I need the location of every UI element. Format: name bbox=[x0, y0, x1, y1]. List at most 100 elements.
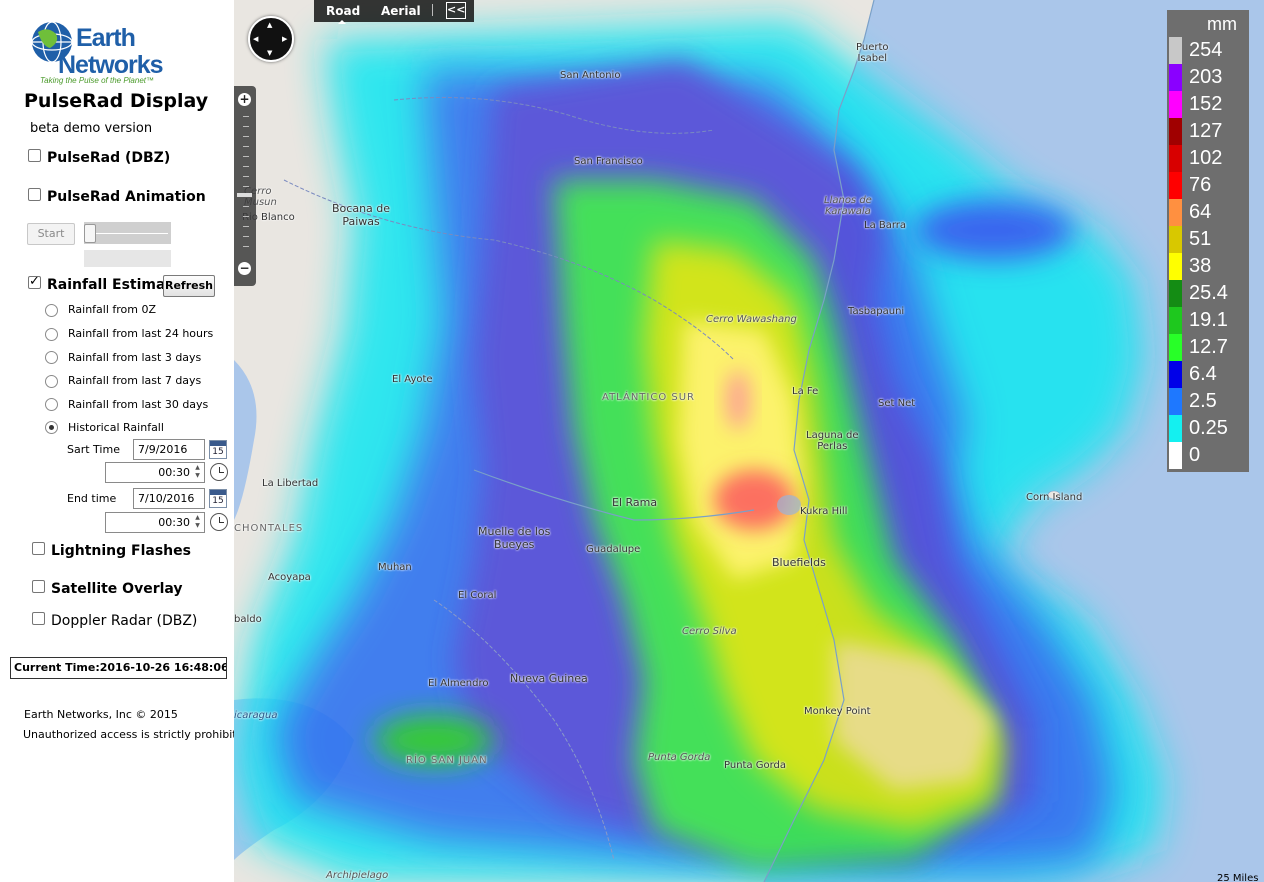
pan-down-icon[interactable]: ▼ bbox=[267, 49, 272, 57]
legend-swatch bbox=[1169, 226, 1182, 253]
legend-entry: 152 bbox=[1167, 91, 1249, 118]
rainfall-0z-radio[interactable] bbox=[45, 304, 58, 317]
historical-rainfall-radio[interactable] bbox=[45, 421, 58, 434]
end-date-input[interactable]: 7/10/2016 bbox=[133, 488, 205, 509]
zoom-tick bbox=[243, 176, 249, 177]
rainfall-30d-radio[interactable] bbox=[45, 398, 58, 411]
legend-swatch bbox=[1169, 199, 1182, 226]
legend-entry: 6.4 bbox=[1167, 361, 1249, 388]
lightning-label[interactable]: Lightning Flashes bbox=[51, 543, 191, 559]
legend-swatch bbox=[1169, 442, 1182, 469]
rainfall-map[interactable]: Puerto Isabel San Antonio San Francisco … bbox=[234, 0, 1264, 882]
start-clock-icon[interactable] bbox=[210, 463, 228, 481]
place-el-coral: El Coral bbox=[458, 590, 497, 601]
doppler-label[interactable]: Doppler Radar (DBZ) bbox=[51, 613, 197, 629]
road-tab[interactable]: Road bbox=[326, 4, 360, 24]
place-archipielago: Archipielago bbox=[326, 870, 389, 881]
rainfall-estimate-label[interactable]: Rainfall Estimate bbox=[47, 277, 182, 293]
place-chontales: CHONTALES bbox=[234, 523, 304, 534]
app-subtitle: beta demo version bbox=[30, 121, 153, 136]
zoom-tick bbox=[243, 156, 249, 157]
place-laguna-perlas: Laguna de Perlas bbox=[806, 430, 859, 452]
start-animation-button[interactable]: Start bbox=[27, 223, 75, 245]
legend-entry: 19.1 bbox=[1167, 307, 1249, 334]
rainfall-24h-radio[interactable] bbox=[45, 328, 58, 341]
rainfall-estimate-checkbox[interactable] bbox=[28, 274, 41, 289]
pulserad-dbz-checkbox[interactable] bbox=[28, 149, 41, 162]
rainfall-24h-label[interactable]: Rainfall from last 24 hours bbox=[68, 327, 213, 340]
place-puerto-isabel: Puerto Isabel bbox=[856, 42, 889, 64]
legend-entry: 25.4 bbox=[1167, 280, 1249, 307]
satellite-label[interactable]: Satellite Overlay bbox=[51, 581, 183, 597]
historical-rainfall-label[interactable]: Historical Rainfall bbox=[68, 421, 164, 434]
current-time-display: Current Time:2016-10-26 16:48:06Z bbox=[10, 657, 227, 679]
pan-right-icon[interactable]: ▶ bbox=[282, 35, 287, 43]
zoom-tick bbox=[243, 186, 249, 187]
rainfall-30d-label[interactable]: Rainfall from last 30 days bbox=[68, 398, 208, 411]
legend-value: 102 bbox=[1189, 147, 1223, 169]
legend-swatch bbox=[1169, 334, 1182, 361]
footer-notice: Unauthorized access is strictly prohibit… bbox=[23, 728, 251, 741]
start-date-input[interactable]: 7/9/2016 bbox=[133, 439, 205, 460]
pan-control[interactable]: ▲ ▼ ◀ ▶ bbox=[248, 16, 294, 62]
legend-entry: 0.25 bbox=[1167, 415, 1249, 442]
map-type-bar: Road Aerial << bbox=[314, 0, 474, 24]
legend-swatch bbox=[1169, 37, 1182, 64]
legend-swatch bbox=[1169, 388, 1182, 415]
rainfall-legend: mm 254 203 152 127 102 76 64 51 38 25.4 19.1 12.7 6.… bbox=[1167, 10, 1249, 472]
start-time-spinner[interactable]: ▲ ▼ bbox=[192, 464, 203, 481]
place-el-rama: El Rama bbox=[612, 496, 658, 509]
start-time-value: 00:30 bbox=[158, 466, 190, 479]
legend-entry: 127 bbox=[1167, 118, 1249, 145]
start-time-input[interactable]: 00:30 ▲ ▼ bbox=[105, 462, 205, 483]
pan-left-icon[interactable]: ◀ bbox=[253, 35, 258, 43]
rainfall-7d-label[interactable]: Rainfall from last 7 days bbox=[68, 374, 201, 387]
place-kukra-hill: Kukra Hill bbox=[800, 506, 848, 517]
rainfall-7d-radio[interactable] bbox=[45, 375, 58, 388]
start-calendar-icon[interactable]: 15 bbox=[209, 440, 227, 459]
footer-copyright: Earth Networks, Inc © 2015 bbox=[24, 708, 178, 721]
end-calendar-icon[interactable]: 15 bbox=[209, 489, 227, 508]
animation-slider-handle[interactable] bbox=[84, 224, 96, 243]
legend-value: 76 bbox=[1189, 174, 1212, 196]
pulserad-animation-label[interactable]: PulseRad Animation bbox=[47, 189, 206, 205]
place-monkey-point: Monkey Point bbox=[804, 706, 871, 717]
map-scale: 25 Miles bbox=[1217, 873, 1259, 882]
zoom-control[interactable]: + − bbox=[234, 86, 256, 286]
place-nueva-guinea: Nueva Guinea bbox=[510, 672, 588, 685]
zoom-tick bbox=[243, 166, 249, 167]
place-la-barra: La Barra bbox=[864, 220, 907, 231]
legend-value: 25.4 bbox=[1189, 282, 1228, 304]
zoom-tick bbox=[243, 126, 249, 127]
zoom-tick bbox=[243, 236, 249, 237]
zoom-slider-handle[interactable] bbox=[237, 193, 252, 197]
place-bocana: Bocana de Paiwas bbox=[332, 202, 391, 228]
legend-entry: 76 bbox=[1167, 172, 1249, 199]
place-corn-island: Corn Island bbox=[1026, 492, 1083, 503]
end-time-spinner[interactable]: ▲ ▼ bbox=[192, 514, 203, 531]
refresh-button[interactable]: Refresh bbox=[163, 275, 215, 297]
aerial-tab[interactable]: Aerial bbox=[381, 4, 421, 18]
rainfall-3d-label[interactable]: Rainfall from last 3 days bbox=[68, 351, 201, 364]
doppler-checkbox[interactable] bbox=[32, 612, 45, 625]
zoom-tick bbox=[243, 136, 249, 137]
pulserad-animation-checkbox[interactable] bbox=[28, 188, 41, 201]
rainfall-0z-label[interactable]: Rainfall from 0Z bbox=[68, 303, 156, 316]
satellite-checkbox[interactable] bbox=[32, 580, 45, 593]
legend-swatch bbox=[1169, 415, 1182, 442]
pan-up-icon[interactable]: ▲ bbox=[267, 21, 272, 29]
lightning-checkbox[interactable] bbox=[32, 542, 45, 555]
rainfall-3d-radio[interactable] bbox=[45, 351, 58, 364]
place-el-ayote: El Ayote bbox=[392, 374, 433, 385]
zoom-in-icon[interactable]: + bbox=[238, 93, 251, 106]
legend-value: 38 bbox=[1189, 255, 1212, 277]
end-time-input[interactable]: 00:30 ▲ ▼ bbox=[105, 512, 205, 533]
collapse-button[interactable]: << bbox=[446, 2, 466, 19]
legend-swatch bbox=[1169, 361, 1182, 388]
pulserad-dbz-label[interactable]: PulseRad (DBZ) bbox=[47, 150, 170, 166]
zoom-out-icon[interactable]: − bbox=[238, 262, 251, 275]
end-clock-icon[interactable] bbox=[210, 513, 228, 531]
legend-swatch bbox=[1169, 118, 1182, 145]
animation-slider[interactable] bbox=[84, 222, 171, 244]
end-time-value: 00:30 bbox=[158, 516, 190, 529]
